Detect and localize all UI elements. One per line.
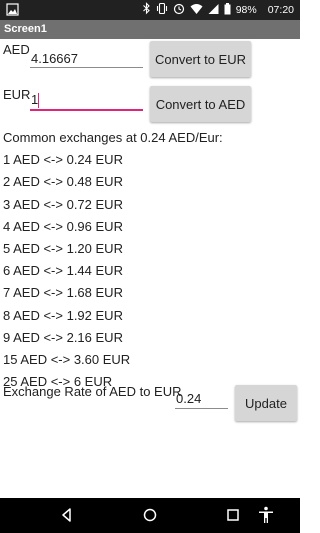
list-item: 6 AED <-> 1.44 EUR (3, 263, 123, 279)
accessibility-icon[interactable] (256, 505, 276, 525)
aed-input[interactable] (30, 52, 143, 68)
common-exchanges-heading: Common exchanges at 0.24 AED/Eur: (3, 130, 223, 145)
navigation-bar (0, 498, 300, 533)
home-icon[interactable] (140, 505, 160, 525)
list-item: 15 AED <-> 3.60 EUR (3, 351, 131, 367)
update-button[interactable]: Update (235, 385, 297, 421)
status-time: 07:20 (267, 4, 294, 16)
screen-title: Screen1 (0, 20, 300, 39)
alarm-icon (173, 2, 185, 18)
image-icon (6, 3, 19, 21)
list-item: 5 AED <-> 1.20 EUR (3, 240, 123, 256)
recents-icon[interactable] (223, 505, 243, 525)
list-item: 3 AED <-> 0.72 EUR (3, 196, 123, 212)
list-item: 7 AED <-> 1.68 EUR (3, 285, 123, 301)
status-bar: 98% 07:20 (0, 0, 300, 20)
bluetooth-icon (142, 2, 151, 18)
list-item: 8 AED <-> 1.92 EUR (3, 307, 123, 323)
wifi-icon (190, 3, 203, 18)
aed-label: AED (3, 42, 30, 57)
vibrate-icon (156, 2, 168, 18)
list-item: 4 AED <-> 0.96 EUR (3, 218, 123, 234)
exchange-rate-label: Exchange Rate of AED to EUR (3, 384, 182, 399)
eur-input[interactable] (30, 93, 143, 111)
text-cursor (38, 93, 39, 108)
exchange-list: Common exchanges at 0.24 AED/Eur: 1 AED … (3, 130, 223, 396)
exchange-rate-input[interactable] (175, 392, 228, 409)
back-icon[interactable] (57, 505, 77, 525)
convert-to-eur-button[interactable]: Convert to EUR (150, 41, 251, 77)
list-item: 1 AED <-> 0.24 EUR (3, 152, 123, 168)
list-item: 2 AED <-> 0.48 EUR (3, 174, 123, 190)
signal-icon (208, 3, 219, 18)
eur-label: EUR (3, 87, 31, 102)
convert-to-aed-button[interactable]: Convert to AED (150, 86, 251, 122)
battery-icon (224, 2, 231, 18)
list-item: 9 AED <-> 2.16 EUR (3, 329, 123, 345)
battery-level: 98% (235, 4, 257, 16)
